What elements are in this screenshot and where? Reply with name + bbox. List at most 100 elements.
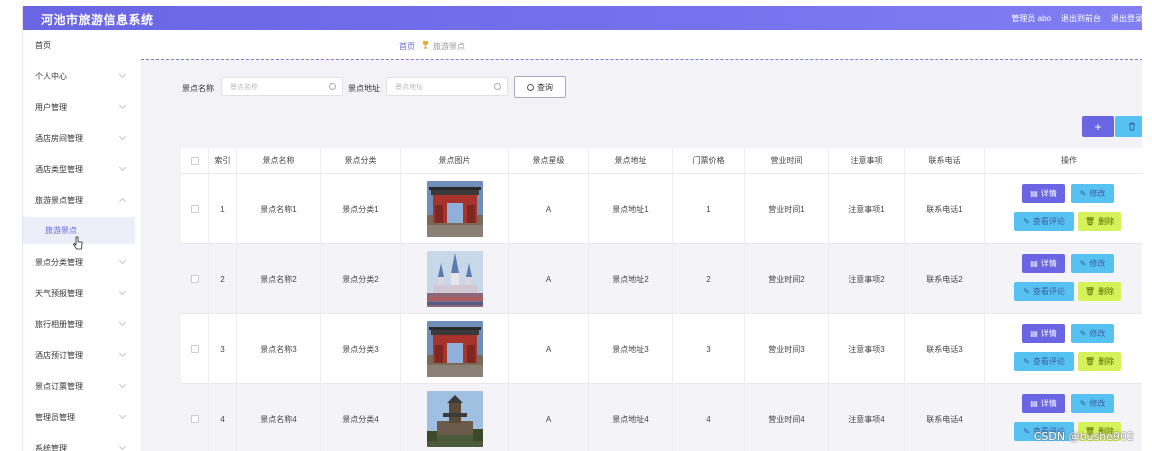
- search-bar: 景点名称 景点名称 景点地址 景点地址 查询: [141, 60, 1142, 115]
- logout-link[interactable]: 退出登录: [1111, 13, 1142, 24]
- select-all-checkbox[interactable]: [190, 156, 199, 165]
- name-cell: 景点名称2: [237, 244, 321, 314]
- index-cell: 1: [209, 174, 237, 244]
- image-cell: [401, 384, 509, 451]
- table-row: 1 景点名称1 景点分类1 A 景点地址1 1 营业时间1 注意事项1 联系电话…: [181, 174, 1142, 244]
- column-header: 联系电话: [905, 148, 985, 174]
- star-cell: A: [509, 174, 589, 244]
- pencil-icon: ✎: [1079, 329, 1087, 338]
- batch-delete-button[interactable]: [1115, 116, 1142, 137]
- attraction-image-gate[interactable]: [426, 321, 483, 377]
- app-window: 河池市旅游信息系统 管理员 abo 退出到前台 退出登录 首页 个人中心 用户管…: [22, 6, 1142, 451]
- chevron-down-icon: [118, 411, 127, 420]
- chevron-down-icon: [118, 442, 127, 451]
- row-checkbox[interactable]: [190, 205, 199, 213]
- sidebar-item-travel-album[interactable]: 旅行相册管理: [23, 309, 135, 340]
- table-row: 2 景点名称2 景点分类2 A 景点地址2 2 营业时间2 注意事项2 联系电话…: [181, 244, 1142, 314]
- sidebar-item-system-management[interactable]: 系统管理: [23, 433, 135, 451]
- chevron-down-icon: [118, 197, 127, 206]
- address-cell: 景点地址1: [589, 174, 673, 244]
- address-cell: 景点地址2: [589, 244, 673, 314]
- trash-icon: [1129, 122, 1135, 131]
- column-header: 景点星级: [509, 148, 589, 174]
- chevron-down-icon: [118, 163, 127, 172]
- edit-button[interactable]: ✎ 修改: [1071, 394, 1114, 413]
- main-content: 首页 旅游景点 景点名称 景点名称 景点地址 景点地址 查询 + 索引 景点名称…: [141, 30, 1142, 451]
- pencil-icon: ✎: [1023, 287, 1030, 296]
- address-cell: 景点地址3: [589, 314, 673, 384]
- notes-cell: 注意事项4: [829, 384, 905, 451]
- index-cell: 3: [209, 314, 237, 384]
- sidebar-item-weather[interactable]: 天气预报管理: [23, 278, 135, 309]
- delete-button[interactable]: 🗑 删除: [1078, 212, 1121, 231]
- edit-button[interactable]: ✎ 修改: [1071, 324, 1114, 343]
- category-cell: 景点分类4: [321, 384, 401, 451]
- name-search-label: 景点名称: [182, 84, 214, 93]
- detail-button[interactable]: ▤ 详情: [1022, 324, 1065, 343]
- query-button[interactable]: 查询: [514, 76, 566, 98]
- doc-icon: ▤: [1030, 189, 1038, 198]
- column-header: 景点图片: [401, 148, 509, 174]
- sidebar-item-hotel-types[interactable]: 酒店类型管理: [23, 154, 135, 185]
- row-checkbox[interactable]: [190, 275, 199, 283]
- chevron-down-icon: [118, 318, 127, 327]
- sidebar-item-user-management[interactable]: 用户管理: [23, 92, 135, 123]
- row-checkbox[interactable]: [190, 415, 199, 423]
- hours-cell: 营业时间2: [745, 244, 829, 314]
- sidebar-item-ticket-booking[interactable]: 景点订票管理: [23, 371, 135, 402]
- delete-button[interactable]: 🗑 删除: [1078, 282, 1121, 301]
- delete-button[interactable]: 🗑 删除: [1078, 352, 1121, 371]
- detail-button[interactable]: ▤ 详情: [1022, 394, 1065, 413]
- image-cell: [401, 174, 509, 244]
- column-header: 注意事项: [829, 148, 905, 174]
- phone-cell: 联系电话4: [905, 384, 985, 451]
- sidebar-item-admin-management[interactable]: 管理员管理: [23, 402, 135, 433]
- phone-cell: 联系电话2: [905, 244, 985, 314]
- view-reviews-button[interactable]: ✎ 查看评论: [1014, 282, 1074, 301]
- detail-button[interactable]: ▤ 详情: [1022, 254, 1065, 273]
- name-cell: 景点名称3: [237, 314, 321, 384]
- sidebar-item-home[interactable]: 首页: [23, 30, 135, 61]
- column-header: 景点名称: [237, 148, 321, 174]
- sidebar-item-hotel-rooms[interactable]: 酒店房间管理: [23, 123, 135, 154]
- view-reviews-button[interactable]: ✎ 查看评论: [1014, 212, 1074, 231]
- sidebar-item-attraction-categories[interactable]: 景点分类管理: [23, 247, 135, 278]
- address-cell: 景点地址4: [589, 384, 673, 451]
- image-cell: [401, 244, 509, 314]
- pencil-icon: ✎: [1079, 189, 1087, 198]
- row-checkbox[interactable]: [190, 345, 199, 353]
- edit-button[interactable]: ✎ 修改: [1071, 254, 1114, 273]
- address-search-input[interactable]: 景点地址: [386, 77, 508, 96]
- sidebar-item-hotel-booking[interactable]: 酒店预订管理: [23, 340, 135, 371]
- phone-cell: 联系电话3: [905, 314, 985, 384]
- attraction-image-gate[interactable]: [426, 181, 483, 237]
- index-cell: 2: [209, 244, 237, 314]
- name-search-input[interactable]: 景点名称: [221, 77, 343, 96]
- category-cell: 景点分类2: [321, 244, 401, 314]
- chevron-down-icon: [118, 101, 127, 110]
- edit-button[interactable]: ✎ 修改: [1071, 184, 1114, 203]
- category-cell: 景点分类3: [321, 314, 401, 384]
- attraction-image-castle[interactable]: [426, 251, 483, 307]
- category-cell: 景点分类1: [321, 174, 401, 244]
- sidebar-item-attractions[interactable]: 旅游景点管理: [23, 185, 135, 216]
- column-header: 营业时间: [745, 148, 829, 174]
- breadcrumb-home[interactable]: 首页: [399, 41, 415, 52]
- notes-cell: 注意事项3: [829, 314, 905, 384]
- sidebar-item-personal-center[interactable]: 个人中心: [23, 61, 135, 92]
- view-reviews-button[interactable]: ✎ 查看评论: [1014, 352, 1074, 371]
- star-cell: A: [509, 314, 589, 384]
- admin-user-label[interactable]: 管理员 abo: [1011, 13, 1051, 24]
- back-to-front-link[interactable]: 退出到前台: [1061, 13, 1101, 24]
- index-cell: 4: [209, 384, 237, 451]
- phone-cell: 联系电话1: [905, 174, 985, 244]
- detail-button[interactable]: ▤ 详情: [1022, 184, 1065, 203]
- attraction-image-tower[interactable]: [426, 391, 483, 447]
- price-cell: 4: [673, 384, 745, 451]
- name-cell: 景点名称4: [237, 384, 321, 451]
- top-links: 管理员 abo 退出到前台 退出登录: [1011, 13, 1142, 24]
- app-title: 河池市旅游信息系统: [41, 13, 154, 27]
- pencil-icon: ✎: [1023, 427, 1030, 436]
- add-button[interactable]: +: [1082, 116, 1114, 137]
- star-cell: A: [509, 244, 589, 314]
